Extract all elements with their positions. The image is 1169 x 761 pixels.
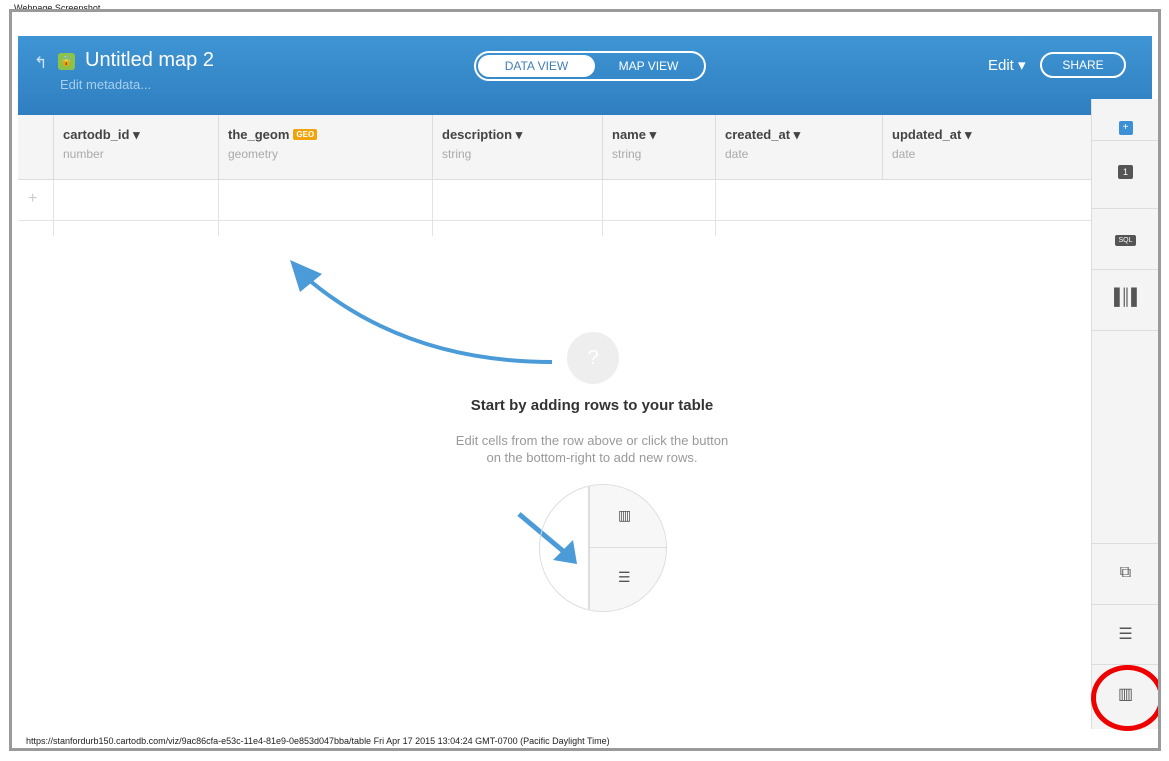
sidebar-divider xyxy=(1092,140,1158,141)
column-header-updated-at[interactable]: updated_at ▾ date xyxy=(882,115,1093,179)
column-header-the-geom[interactable]: the_geom GEO geometry xyxy=(218,115,433,179)
sidebar-merge[interactable]: ⧉ xyxy=(1092,564,1158,582)
sidebar-add-layer[interactable]: + xyxy=(1092,121,1158,135)
column-type: date xyxy=(725,147,749,161)
column-type: date xyxy=(892,147,916,161)
sidebar-add-row[interactable]: ☰ xyxy=(1092,624,1158,644)
empty-state-line-2: on the bottom-right to add new rows. xyxy=(486,450,698,465)
column-name: updated_at xyxy=(892,127,962,142)
illustration-circle: ▥ ☰ xyxy=(539,484,667,612)
add-row-plus-icon[interactable]: + xyxy=(28,190,37,208)
table-cell[interactable] xyxy=(602,180,716,236)
sql-icon: SQL xyxy=(1115,235,1136,246)
highlight-ring xyxy=(1091,665,1158,731)
lock-icon[interactable]: 🔒 xyxy=(58,53,75,70)
column-type: string xyxy=(612,147,642,161)
empty-state-line-1: Edit cells from the row above or click t… xyxy=(455,433,729,448)
help-question-icon: ? xyxy=(567,332,619,384)
app-header: ↰ 🔒 Untitled map 2 Edit metadata... DATA… xyxy=(18,36,1152,115)
add-row-icon: ☰ xyxy=(1118,626,1133,643)
column-header-name[interactable]: name ▾ string xyxy=(602,115,716,179)
back-icon[interactable]: ↰ xyxy=(34,53,47,73)
table-header: cartodb_id ▾ number the_geom GEO geometry… xyxy=(18,115,1092,180)
sidebar-sql[interactable]: SQL xyxy=(1092,233,1158,246)
column-type: number xyxy=(63,147,104,161)
column-name: cartodb_id xyxy=(63,127,130,142)
sidebar-layer-1[interactable]: 1 xyxy=(1092,165,1158,179)
column-name: description xyxy=(442,127,513,142)
column-header-cartodb-id[interactable]: cartodb_id ▾ number xyxy=(53,115,219,179)
geo-badge: GEO xyxy=(293,129,318,140)
column-header-created-at[interactable]: created_at ▾ date xyxy=(715,115,883,179)
new-row: + xyxy=(18,180,1092,236)
map-view-tab[interactable]: MAP VIEW xyxy=(595,59,702,73)
table-cell[interactable] xyxy=(218,180,433,236)
data-view-tab[interactable]: DATA VIEW xyxy=(478,55,595,77)
sidebar-histogram[interactable]: ▐║▌ xyxy=(1092,289,1158,307)
merge-tables-icon: ⧉ xyxy=(1119,564,1132,581)
empty-state-title: Start by adding rows to your table xyxy=(470,397,714,414)
map-title[interactable]: Untitled map 2 xyxy=(85,49,214,72)
table-cell[interactable] xyxy=(53,180,219,236)
add-layer-icon: + xyxy=(1118,121,1133,135)
illustration-panel xyxy=(588,485,666,611)
layer-count-icon: 1 xyxy=(1117,165,1133,179)
column-name: the_geom xyxy=(228,127,290,142)
table-cell[interactable] xyxy=(715,180,883,236)
status-bar: https://stanfordurb150.cartodb.com/viz/9… xyxy=(26,736,610,746)
edit-metadata-link[interactable]: Edit metadata... xyxy=(60,77,151,92)
sidebar-divider xyxy=(1092,330,1158,331)
edit-label: Edit xyxy=(988,57,1014,74)
table-cell[interactable] xyxy=(432,180,603,236)
column-name: created_at xyxy=(725,127,791,142)
browser-frame: ↰ 🔒 Untitled map 2 Edit metadata... DATA… xyxy=(9,9,1161,751)
illustration-divider xyxy=(588,547,666,548)
column-name: name xyxy=(612,127,646,142)
hint-arrow-icon xyxy=(290,260,553,364)
bar-chart-icon: ▐║▌ xyxy=(1108,289,1143,306)
add-row-icon: ☰ xyxy=(618,569,631,585)
right-sidebar: + 1 SQL ▐║▌ ⧉ ☰ ▥ xyxy=(1091,99,1158,729)
add-column-icon: ▥ xyxy=(618,507,632,523)
sidebar-divider xyxy=(1092,208,1158,209)
empty-state-text: Edit cells from the row above or click t… xyxy=(372,432,812,466)
share-button[interactable]: SHARE xyxy=(1040,52,1126,78)
sidebar-divider xyxy=(1092,269,1158,270)
view-toggle: DATA VIEW MAP VIEW xyxy=(474,51,706,81)
column-header-description[interactable]: description ▾ string xyxy=(432,115,603,179)
column-type: geometry xyxy=(228,147,279,161)
edit-menu[interactable]: Edit ▾ xyxy=(988,56,1026,74)
column-type: string xyxy=(442,147,472,161)
sidebar-divider xyxy=(1092,543,1158,544)
sidebar-divider xyxy=(1092,604,1158,605)
